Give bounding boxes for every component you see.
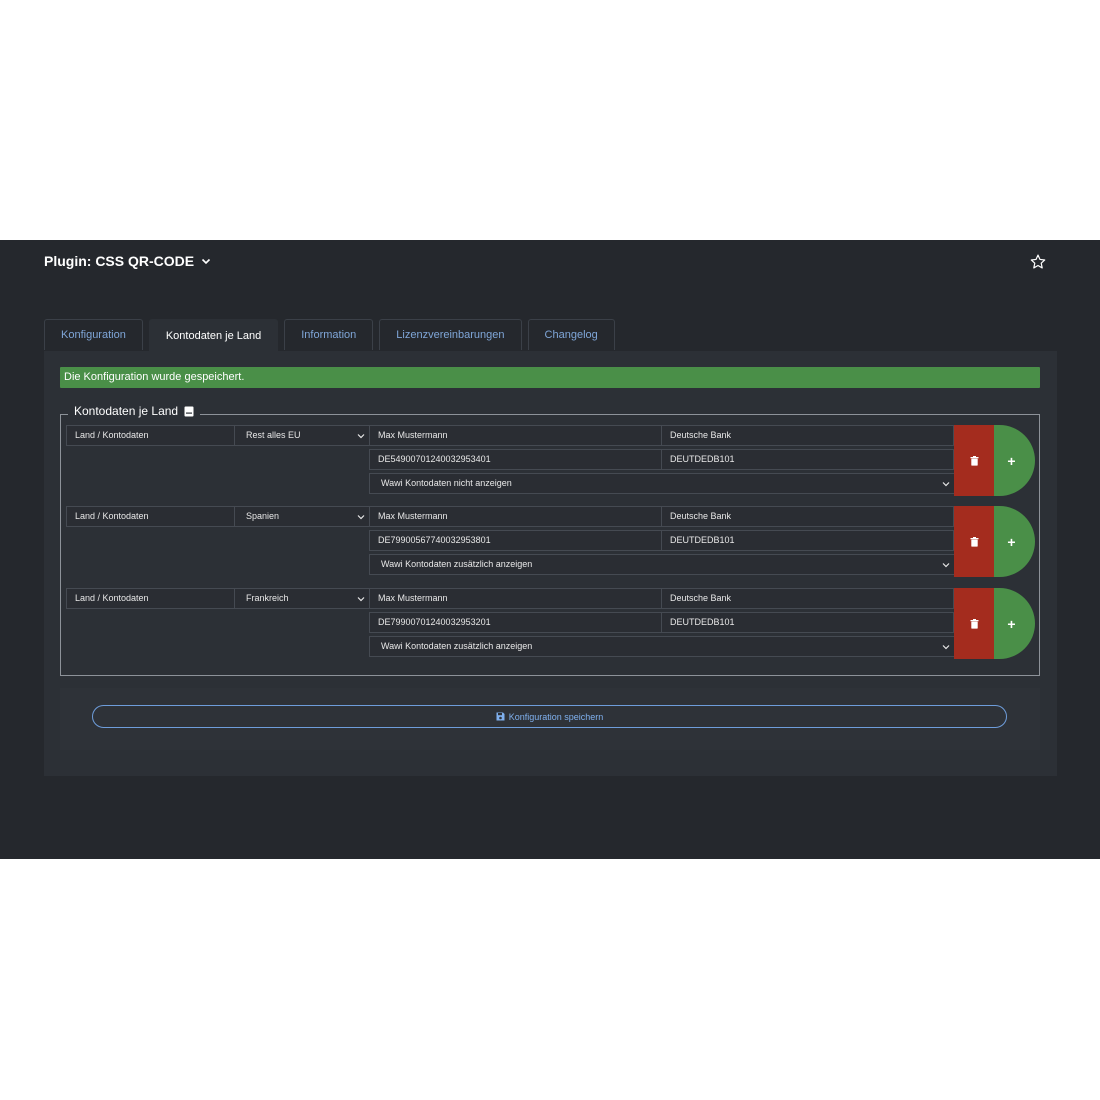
trash-icon [970,455,978,466]
bank-name-input[interactable]: Deutsche Bank [661,506,954,527]
tab-bar: Konfiguration Kontodaten je Land Informa… [44,319,615,351]
floppy-disk-icon [496,712,505,721]
chevron-down-icon [942,645,950,650]
wawi-value: Wawi Kontodaten nicht anzeigen [381,478,512,488]
tab-changelog[interactable]: Changelog [527,319,615,350]
kontodaten-row: Land / Kontodaten Rest alles EU Max Must… [66,425,1035,497]
country-value: Spanien [246,511,280,521]
add-row-button[interactable]: + [994,506,1035,577]
save-label: Konfiguration speichern [508,711,604,722]
iban-input[interactable]: DE54900701240032953401 [369,449,662,470]
wawi-select[interactable]: Wawi Kontodaten zusätzlich anzeigen [369,636,955,657]
delete-row-button[interactable] [954,425,994,496]
kontodaten-fieldset: Kontodaten je Land Land / Kontodaten Res… [60,404,1040,676]
bic-input[interactable]: DEUTDEDB101 [661,530,954,551]
chevron-down-icon [942,482,950,487]
delete-row-button[interactable] [954,506,994,577]
add-row-button[interactable]: + [994,588,1035,659]
bic-input[interactable]: DEUTDEDB101 [661,449,954,470]
wawi-value: Wawi Kontodaten zusätzlich anzeigen [381,641,533,651]
account-holder-input[interactable]: Max Mustermann [369,588,662,609]
bank-name-input[interactable]: Deutsche Bank [661,425,954,446]
tab-label: Kontodaten je Land [165,329,262,342]
save-configuration-button[interactable]: Konfiguration speichern [92,705,1007,728]
bank-name-input[interactable]: Deutsche Bank [661,588,954,609]
save-card: Konfiguration speichern [60,688,1040,750]
add-row-button[interactable]: + [994,425,1035,496]
tab-panel: Die Konfiguration wurde gespeichert. Kon… [44,351,1057,776]
tab-lizenzvereinbarungen[interactable]: Lizenzvereinbarungen [379,319,522,350]
wawi-value: Wawi Kontodaten zusätzlich anzeigen [381,559,533,569]
chevron-down-icon [942,563,950,568]
wawi-select[interactable]: Wawi Kontodaten nicht anzeigen [369,473,955,494]
country-select[interactable]: Frankreich [234,588,370,609]
fieldset-legend: Kontodaten je Land [68,404,201,418]
trash-icon [970,536,978,547]
chevron-down-icon [357,515,365,520]
row-label: Land / Kontodaten [66,506,235,527]
account-holder-input[interactable]: Max Mustermann [369,506,662,527]
tab-label: Konfiguration [61,329,126,341]
country-select[interactable]: Spanien [234,506,370,527]
trash-icon [970,618,978,629]
row-label: Land / Kontodaten [66,425,235,446]
plus-icon: + [1007,615,1016,632]
bic-input[interactable]: DEUTDEDB101 [661,612,954,633]
tab-label: Information [301,329,357,341]
plus-icon: + [1007,533,1016,550]
account-holder-input[interactable]: Max Mustermann [369,425,662,446]
iban-input[interactable]: DE79900567740032953801 [369,530,662,551]
row-label: Land / Kontodaten [66,588,235,609]
plus-icon: + [1007,452,1016,469]
plugin-title-dropdown[interactable]: Plugin: CSS QR-CODE [44,253,212,269]
chevron-down-icon [357,597,365,602]
tab-information[interactable]: Information [284,319,374,350]
success-alert: Die Konfiguration wurde gespeichert. [60,367,1040,388]
star-icon[interactable] [1029,253,1047,271]
kontodaten-row: Land / Kontodaten Frankreich Max Musterm… [66,588,1035,660]
chevron-down-icon [202,258,211,265]
iban-input[interactable]: DE79900701240032953201 [369,612,662,633]
kontodaten-row: Land / Kontodaten Spanien Max Mustermann… [66,506,1035,578]
tab-konfiguration[interactable]: Konfiguration [44,319,143,350]
tab-kontodaten-je-land[interactable]: Kontodaten je Land [148,319,279,351]
country-value: Rest alles EU [246,430,301,440]
legend-text: Kontodaten je Land [74,404,179,418]
country-select[interactable]: Rest alles EU [234,425,370,446]
page-title: Plugin: CSS QR-CODE [44,253,195,269]
plugin-screen: Plugin: CSS QR-CODE Konfiguration Kontod… [0,240,1100,859]
book-icon [184,406,194,416]
tab-label: Changelog [544,329,598,341]
country-value: Frankreich [246,593,289,603]
chevron-down-icon [357,434,365,439]
wawi-select[interactable]: Wawi Kontodaten zusätzlich anzeigen [369,554,955,575]
tab-label: Lizenzvereinbarungen [396,329,505,341]
delete-row-button[interactable] [954,588,994,659]
